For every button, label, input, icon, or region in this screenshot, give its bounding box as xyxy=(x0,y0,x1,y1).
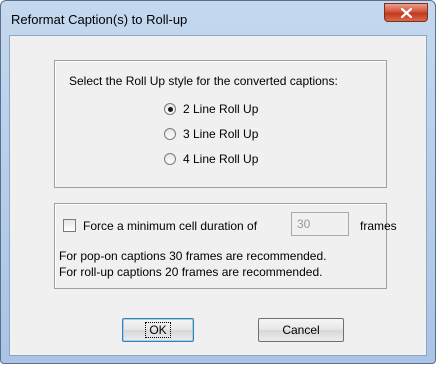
info-popon: For pop-on captions 30 frames are recomm… xyxy=(59,249,327,263)
radio-label: 3 Line Roll Up xyxy=(183,127,259,141)
window-title: Reformat Caption(s) to Roll-up xyxy=(11,12,188,27)
force-duration-label[interactable]: Force a minimum cell duration of xyxy=(83,219,257,233)
radio-selected-dot xyxy=(167,106,173,112)
min-duration-group: Force a minimum cell duration of frames … xyxy=(54,203,397,289)
dialog-body: Select the Roll Up style for the convert… xyxy=(9,35,427,356)
radio-button[interactable] xyxy=(164,153,176,165)
dialog-window: Reformat Caption(s) to Roll-up Select th… xyxy=(0,0,436,364)
info-rollup: For roll-up captions 20 frames are recom… xyxy=(59,265,323,279)
radio-4-line[interactable]: 4 Line Roll Up xyxy=(164,152,258,166)
ok-button-label: OK xyxy=(145,322,171,338)
title-bar[interactable]: Reformat Caption(s) to Roll-up xyxy=(1,1,435,35)
duration-frames-input[interactable] xyxy=(291,212,349,236)
radio-label: 4 Line Roll Up xyxy=(183,152,259,166)
ok-button[interactable]: OK xyxy=(122,318,194,342)
force-duration-checkbox[interactable] xyxy=(63,219,76,232)
frames-unit-label: frames xyxy=(360,219,397,233)
rollup-prompt: Select the Roll Up style for the convert… xyxy=(69,74,338,88)
close-icon xyxy=(400,7,412,18)
radio-3-line[interactable]: 3 Line Roll Up xyxy=(164,127,258,141)
radio-button[interactable] xyxy=(164,103,176,115)
radio-button[interactable] xyxy=(164,128,176,140)
radio-label: 2 Line Roll Up xyxy=(183,102,259,116)
radio-2-line[interactable]: 2 Line Roll Up xyxy=(164,102,258,116)
cancel-button[interactable]: Cancel xyxy=(258,318,344,342)
rollup-style-group: Select the Roll Up style for the convert… xyxy=(54,60,387,188)
close-button[interactable] xyxy=(384,3,428,22)
